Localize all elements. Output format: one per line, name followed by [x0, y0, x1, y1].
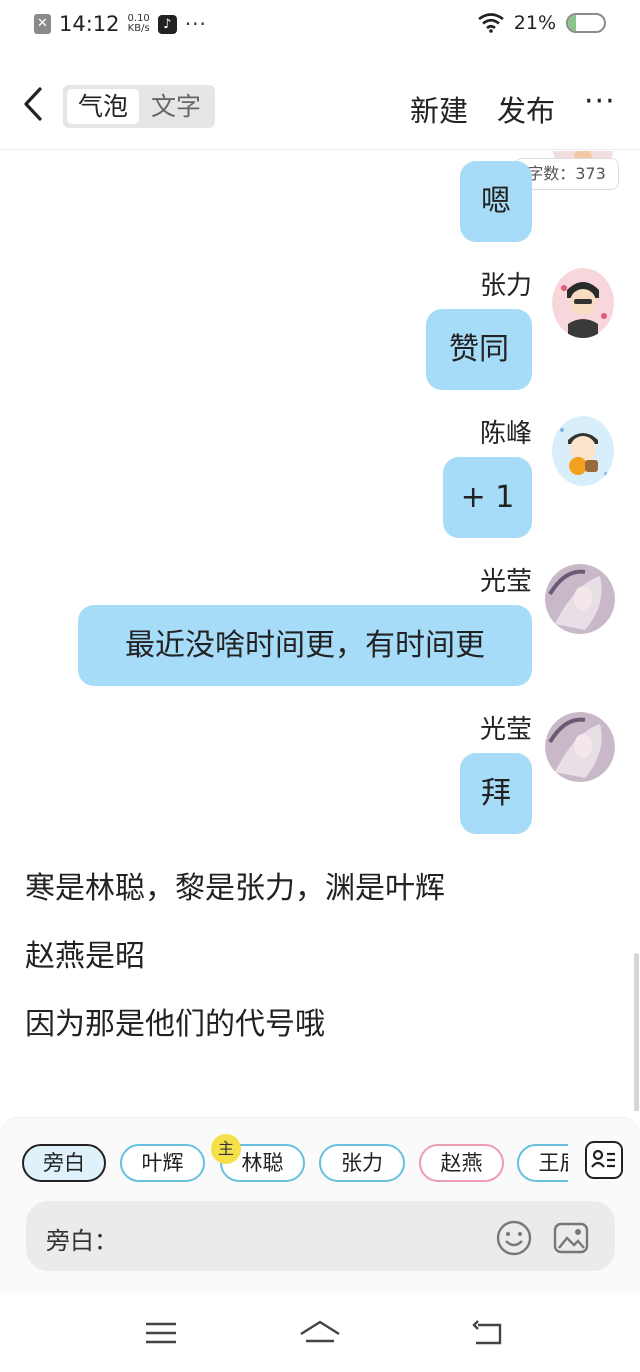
menu-icon[interactable]: [141, 1316, 181, 1350]
tiktok-icon: ♪: [157, 14, 177, 34]
status-time: 14:12: [59, 12, 120, 36]
role-chip[interactable]: 王辰: [517, 1144, 568, 1182]
role-chip[interactable]: 叶辉: [120, 1144, 205, 1182]
back-nav-icon[interactable]: [468, 1316, 508, 1350]
status-right: 21%: [477, 12, 606, 34]
role-chip[interactable]: 赵燕: [419, 1144, 504, 1182]
role-chip[interactable]: 张力: [319, 1144, 405, 1182]
segment-text[interactable]: 文字: [141, 89, 211, 124]
avatar-image-icon: [552, 416, 614, 486]
image-icon[interactable]: [552, 1219, 590, 1257]
narration-line[interactable]: 寒是林聪，黎是张力，渊是叶辉: [25, 863, 445, 907]
chat-area[interactable]: 字数：373 嗯 张力 赞同 陈峰 + 1 光莹 最近没啥时间更，有时间更 光莹…: [0, 151, 640, 1111]
avatar[interactable]: [545, 712, 615, 782]
mode-toggle: 气泡 文字: [63, 85, 215, 128]
input-role-label: 旁白：: [46, 1227, 118, 1255]
publish-button[interactable]: 发布: [497, 88, 555, 130]
app-header: 气泡 文字 新建 发布 ···: [0, 60, 640, 150]
chat-bubble[interactable]: 嗯: [460, 161, 532, 242]
sender-name: 陈峰: [479, 419, 532, 449]
role-chip-narrator[interactable]: 旁白: [22, 1144, 106, 1182]
chat-bubble[interactable]: 拜: [460, 753, 532, 834]
narration-line[interactable]: 因为那是他们的代号哦: [25, 999, 325, 1043]
avatar-image-icon: [552, 268, 614, 338]
battery-icon: [566, 13, 606, 33]
host-badge: 主: [211, 1134, 241, 1164]
status-left: ✕ 14:12 0.10 KB/s ♪ ···: [34, 12, 207, 36]
network-speed: 0.10 KB/s: [128, 14, 150, 34]
home-icon[interactable]: [297, 1316, 343, 1350]
chat-bubble[interactable]: + 1: [443, 457, 532, 538]
avatar[interactable]: [552, 416, 614, 486]
chat-bubble[interactable]: 最近没啥时间更，有时间更: [78, 605, 532, 686]
emoji-icon[interactable]: [495, 1219, 533, 1257]
network-speed-unit: KB/s: [127, 23, 150, 34]
segment-bubble[interactable]: 气泡: [67, 89, 139, 124]
chat-bubble[interactable]: 赞同: [426, 309, 532, 390]
narration-line[interactable]: 赵燕是昭: [25, 931, 145, 975]
avatar[interactable]: [545, 564, 615, 634]
battery-level: [568, 15, 576, 31]
composer-panel: 旁白 叶辉 林聪 张力 赵燕 王辰 主 旁白：: [0, 1117, 640, 1295]
sender-name: 光莹: [479, 567, 532, 597]
back-icon[interactable]: [18, 84, 48, 124]
notification-off-icon: ✕: [34, 14, 51, 34]
more-menu-icon[interactable]: ···: [584, 84, 616, 119]
new-button[interactable]: 新建: [410, 88, 468, 130]
wifi-icon: [477, 13, 504, 33]
message-input-box: 旁白：: [26, 1201, 615, 1271]
contacts-icon: [591, 1149, 615, 1168]
battery-percent: 21%: [513, 12, 556, 34]
more-dots-icon: ···: [184, 12, 207, 36]
role-list-button[interactable]: [585, 1141, 623, 1179]
sender-name: 张力: [479, 271, 532, 301]
avatar[interactable]: [552, 268, 614, 338]
status-bar: ✕ 14:12 0.10 KB/s ♪ ··· 21%: [0, 0, 640, 52]
role-chips[interactable]: 旁白 叶辉 林聪 张力 赵燕 王辰: [20, 1144, 568, 1186]
scrollbar[interactable]: [634, 953, 639, 1111]
avatar-image-icon: [545, 712, 615, 782]
message-input[interactable]: [126, 1216, 486, 1256]
sender-name: 光莹: [479, 715, 532, 745]
avatar-image-icon: [545, 564, 615, 634]
system-nav-bar: [0, 1296, 640, 1372]
